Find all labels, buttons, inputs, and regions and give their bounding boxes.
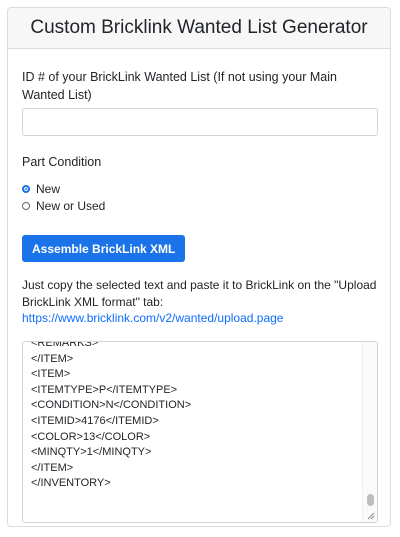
resize-handle-icon[interactable]: [367, 512, 375, 520]
xml-line: </ITEM>: [31, 461, 74, 474]
xml-line: <COLOR>13</COLOR>: [31, 430, 151, 443]
xml-line: </ITEM>: [31, 352, 74, 365]
xml-line: <REMARKS>: [31, 341, 99, 349]
wanted-list-id-label: ID # of your BrickLink Wanted List (If n…: [22, 70, 337, 102]
condition-new-label: New: [36, 182, 61, 196]
xml-line: <ITEM>: [31, 368, 71, 381]
condition-new-option[interactable]: New: [22, 182, 60, 196]
wanted-list-id-input[interactable]: [22, 108, 378, 136]
xml-line: <ITEMID>4176</ITEMID>: [31, 414, 159, 427]
scroll-thumb[interactable]: [367, 494, 374, 506]
assemble-xml-button[interactable]: Assemble BrickLink XML: [22, 235, 186, 262]
condition-new-or-used-label: New or Used: [36, 199, 106, 213]
instructions-text: Just copy the selected text and paste it…: [22, 278, 377, 309]
part-condition-label: Part Condition: [22, 155, 102, 169]
xml-line: <MINQTY>1</MINQTY>: [31, 446, 152, 459]
generator-card: Custom Bricklink Wanted List Generator I…: [7, 7, 391, 527]
radio-new-or-used[interactable]: [22, 202, 30, 210]
xml-output-text: <REMARKS> </ITEM> <ITEM> <ITEMTYPE>P</ITEMT…: [31, 341, 192, 492]
page-title: Custom Bricklink Wanted List Generator: [30, 17, 368, 38]
xml-line: <ITEMTYPE>P</ITEMTYPE>: [31, 383, 178, 396]
textarea-scrollbar[interactable]: [362, 342, 377, 522]
card-header: Custom Bricklink Wanted List Generator: [8, 8, 390, 49]
radio-new[interactable]: [22, 185, 30, 193]
xml-line: </INVENTORY>: [31, 477, 111, 490]
condition-new-or-used-option[interactable]: New or Used: [22, 199, 105, 213]
xml-line: <CONDITION>N</CONDITION>: [31, 399, 192, 412]
upload-page-link[interactable]: https://www.bricklink.com/v2/wanted/uplo…: [22, 311, 283, 325]
xml-output-textarea[interactable]: <REMARKS> </ITEM> <ITEM> <ITEMTYPE>P</ITEMT…: [22, 341, 378, 523]
